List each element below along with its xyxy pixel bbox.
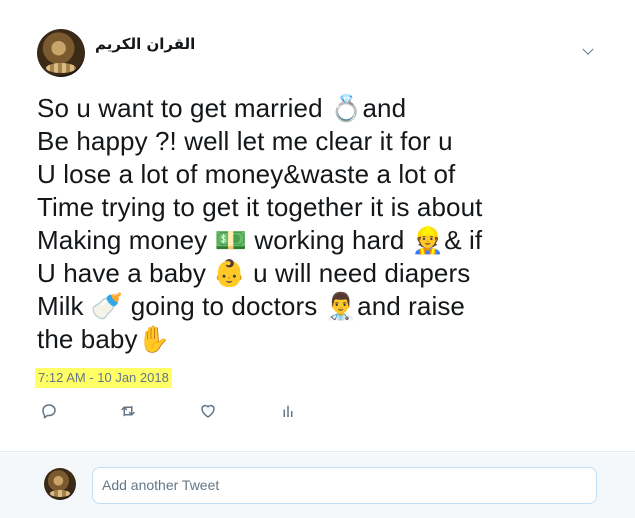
timestamp-link[interactable]: 7:12 AM - 10 Jan 2018 [35,368,172,388]
chevron-down-icon[interactable] [580,44,596,60]
tweet-text-line: Time trying to get it together it is abo… [37,192,483,222]
tweet-text-line: Making money 💵 working hard 👷& if [37,225,483,255]
retweet-icon[interactable] [119,402,139,422]
user-avatar[interactable] [37,29,85,77]
tweet-text-line: the baby✋ [37,324,171,354]
tweet-text: So u want to get married 💍and Be happy ?… [37,92,597,356]
tweet-text-line: U have a baby 👶 u will need diapers [37,258,471,288]
like-icon[interactable] [199,402,219,422]
reply-icon[interactable] [40,402,60,422]
tweet-text-line: So u want to get married 💍and [37,93,407,123]
tweet-card: القران الكريم So u want to get married 💍… [0,0,635,452]
tweet-text-line: Milk 🍼 going to doctors 👨‍⚕️and raise [37,291,465,321]
tweet-text-line: U lose a lot of money&waste a lot of [37,159,456,189]
analytics-icon[interactable] [279,402,299,422]
reply-input[interactable]: Add another Tweet [92,467,597,504]
tweet-text-line: Be happy ?! well let me clear it for u [37,126,453,156]
reply-avatar [44,468,76,500]
username[interactable]: القران الكريم [95,35,195,53]
